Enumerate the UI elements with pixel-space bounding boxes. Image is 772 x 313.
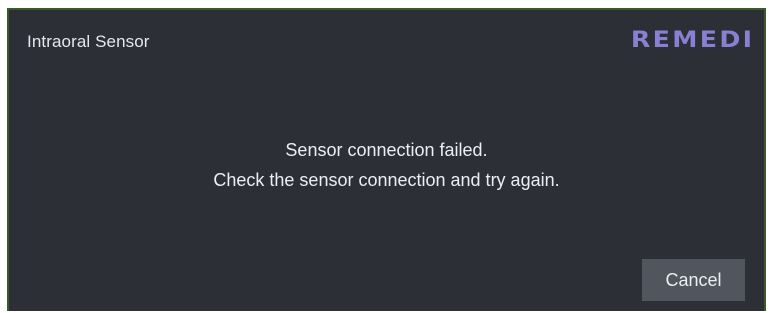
error-message: Sensor connection failed. Check the sens… xyxy=(9,135,764,195)
dialog-title: Intraoral Sensor xyxy=(27,32,150,51)
error-message-line-2: Check the sensor connection and try agai… xyxy=(213,170,560,190)
cancel-button[interactable]: Cancel xyxy=(642,259,745,301)
sensor-error-dialog: Intraoral Sensor REMEDI Sensor connectio… xyxy=(7,8,766,311)
error-message-line-1: Sensor connection failed. xyxy=(285,140,488,160)
remedi-logo: REMEDI xyxy=(630,28,754,53)
